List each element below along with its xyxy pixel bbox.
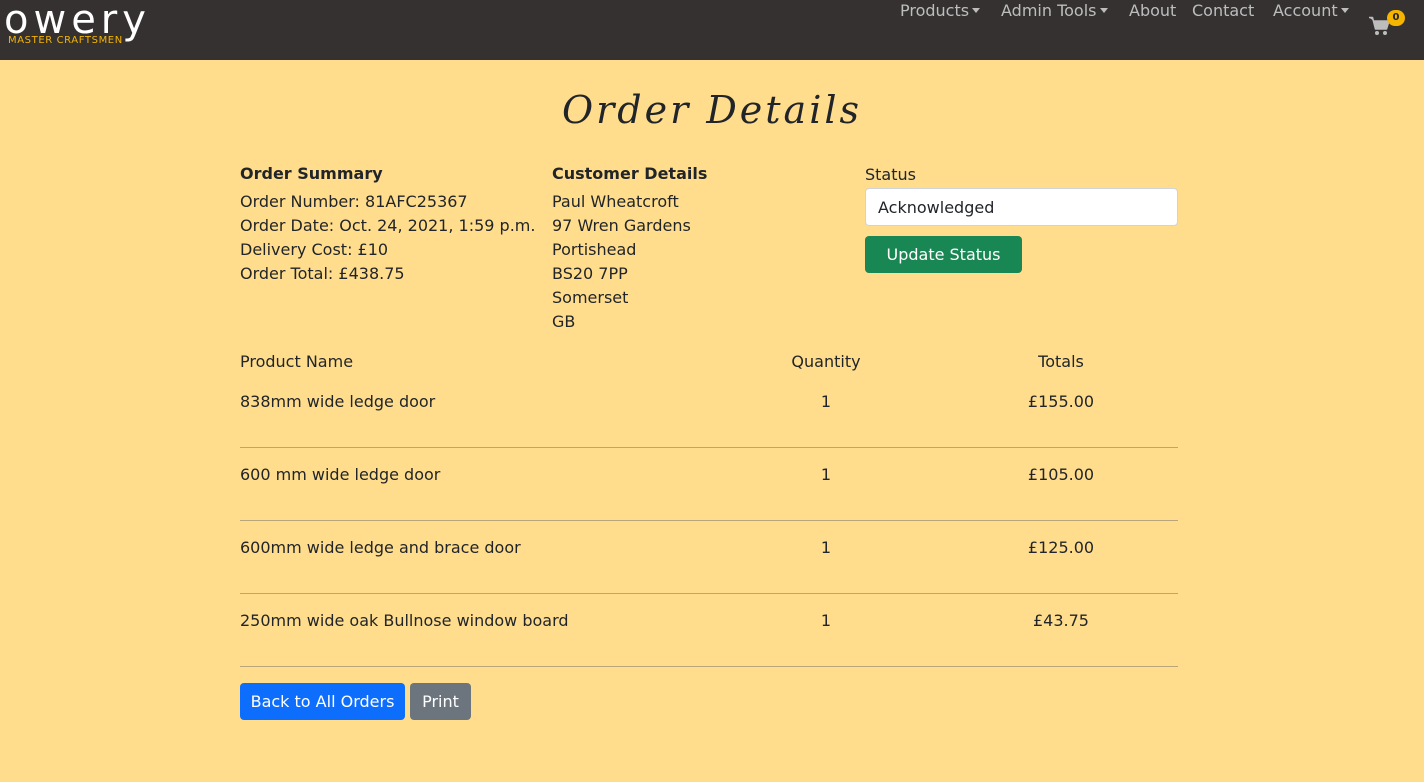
page-title: Order Details — [561, 88, 863, 132]
customer-postcode: BS20 7PP — [552, 264, 628, 283]
print-button[interactable]: Print — [410, 683, 471, 720]
nav-account-label: Account — [1273, 1, 1338, 20]
quantity-cell: 1 — [820, 611, 832, 630]
order-summary: Order Summary Order Number: 81AFC25367 O… — [240, 162, 540, 286]
nav-about[interactable]: About — [1129, 0, 1176, 22]
brand-logo[interactable]: owery MASTER CRAFTSMEN — [4, 0, 151, 46]
customer-details-heading: Customer Details — [552, 164, 708, 183]
product-name-cell: 250mm wide oak Bullnose window board — [240, 611, 569, 630]
delivery-cost: Delivery Cost: £10 — [240, 240, 389, 259]
quantity-cell: 1 — [820, 392, 832, 411]
status-label: Status — [865, 165, 916, 184]
nav-account[interactable]: Account — [1273, 0, 1349, 22]
product-name-cell: 838mm wide ledge door — [240, 392, 436, 411]
customer-name: Paul Wheatcroft — [552, 192, 679, 211]
status-input[interactable] — [865, 188, 1178, 226]
order-total: Order Total: £438.75 — [240, 264, 405, 283]
caret-down-icon — [1340, 8, 1349, 13]
quantity-cell: 1 — [820, 465, 832, 484]
row-divider — [240, 666, 1178, 667]
customer-town: Portishead — [552, 240, 637, 259]
navbar: owery MASTER CRAFTSMEN Products Admin To… — [0, 0, 1424, 60]
column-header-totals: Totals — [1038, 352, 1084, 371]
product-name-cell: 600mm wide ledge and brace door — [240, 538, 521, 557]
row-divider — [240, 447, 1178, 448]
customer-county: Somerset — [552, 288, 629, 307]
column-header-quantity: Quantity — [791, 352, 861, 371]
order-summary-heading: Order Summary — [240, 164, 383, 183]
nav-about-label: About — [1129, 1, 1177, 20]
nav-products[interactable]: Products — [900, 0, 981, 22]
brand-tagline: MASTER CRAFTSMEN — [8, 35, 123, 46]
total-cell: £125.00 — [1027, 538, 1095, 557]
nav-admin-tools[interactable]: Admin Tools — [1001, 0, 1108, 22]
total-cell: £155.00 — [1027, 392, 1095, 411]
customer-details: Customer Details Paul Wheatcroft 97 Wren… — [552, 162, 852, 334]
nav-admin-tools-label: Admin Tools — [1001, 1, 1097, 20]
row-divider — [240, 593, 1178, 594]
quantity-cell: 1 — [820, 538, 832, 557]
column-header-product-name: Product Name — [240, 352, 354, 371]
back-to-all-orders-button[interactable]: Back to All Orders — [240, 683, 405, 720]
nav-contact[interactable]: Contact — [1192, 0, 1254, 22]
customer-street: 97 Wren Gardens — [552, 216, 691, 235]
customer-country: GB — [552, 312, 576, 331]
total-cell: £105.00 — [1027, 465, 1095, 484]
order-date: Order Date: Oct. 24, 2021, 1:59 p.m. — [240, 216, 536, 235]
total-cell: £43.75 — [1033, 611, 1089, 630]
nav-contact-label: Contact — [1192, 1, 1255, 20]
order-number: Order Number: 81AFC25367 — [240, 192, 468, 211]
cart-count-badge: 0 — [1387, 10, 1405, 26]
nav-products-label: Products — [900, 1, 970, 20]
caret-down-icon — [972, 8, 981, 13]
update-status-button[interactable]: Update Status — [865, 236, 1022, 273]
product-name-cell: 600 mm wide ledge door — [240, 465, 441, 484]
caret-down-icon — [1099, 8, 1108, 13]
row-divider — [240, 520, 1178, 521]
